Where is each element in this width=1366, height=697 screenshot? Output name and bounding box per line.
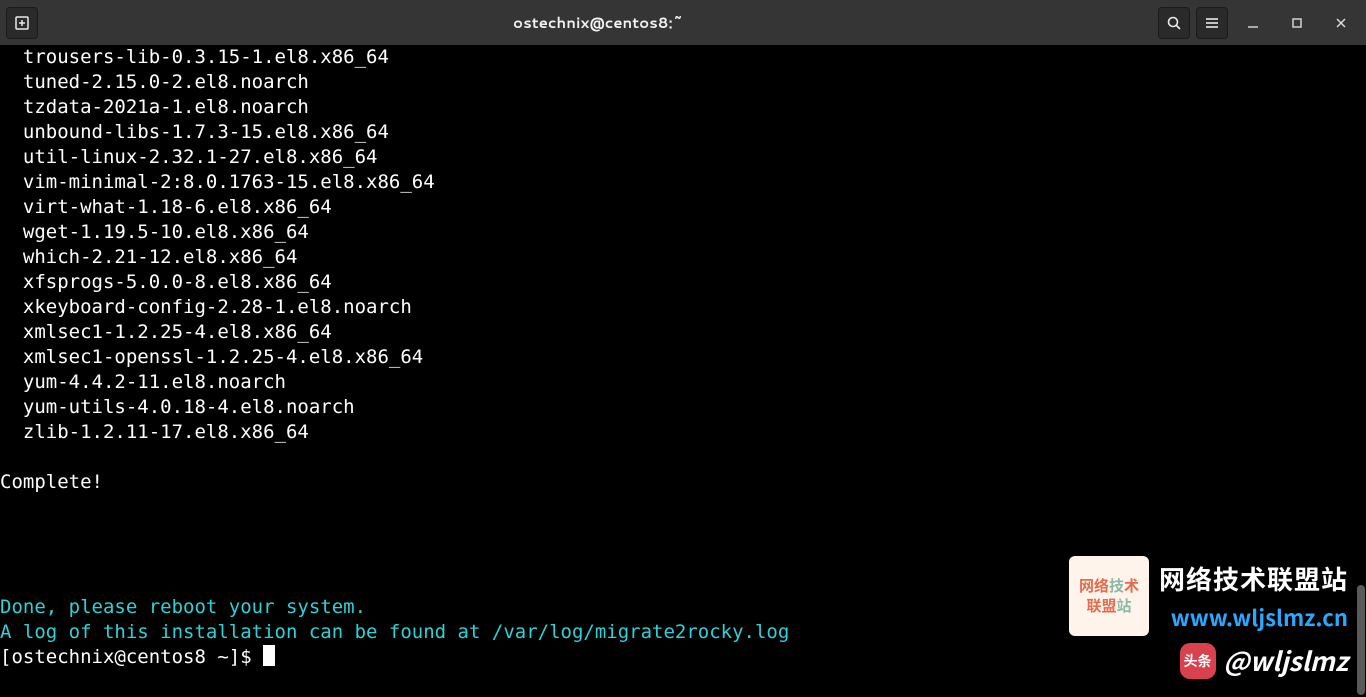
search-icon	[1166, 15, 1182, 31]
terminal-body[interactable]: trousers-lib-0.3.15-1.el8.x86_64 tuned-2…	[0, 45, 1366, 697]
hamburger-icon	[1204, 15, 1220, 31]
terminal-output: trousers-lib-0.3.15-1.el8.x86_64 tuned-2…	[0, 45, 1366, 670]
maximize-icon	[1291, 17, 1303, 29]
scrollbar-thumb[interactable]	[1357, 585, 1365, 695]
window-titlebar: ostechnix@centos8:~	[0, 0, 1366, 45]
menu-button[interactable]	[1196, 7, 1228, 39]
cursor	[263, 645, 275, 666]
minimize-icon	[1247, 17, 1259, 29]
window-title: ostechnix@centos8:~	[44, 12, 1152, 33]
close-icon	[1335, 17, 1347, 29]
new-tab-button[interactable]	[6, 7, 38, 39]
scrollbar-track[interactable]	[1354, 45, 1366, 697]
minimize-button[interactable]	[1234, 7, 1272, 39]
new-tab-icon	[14, 15, 30, 31]
maximize-button[interactable]	[1278, 7, 1316, 39]
search-button[interactable]	[1158, 7, 1190, 39]
close-button[interactable]	[1322, 7, 1360, 39]
